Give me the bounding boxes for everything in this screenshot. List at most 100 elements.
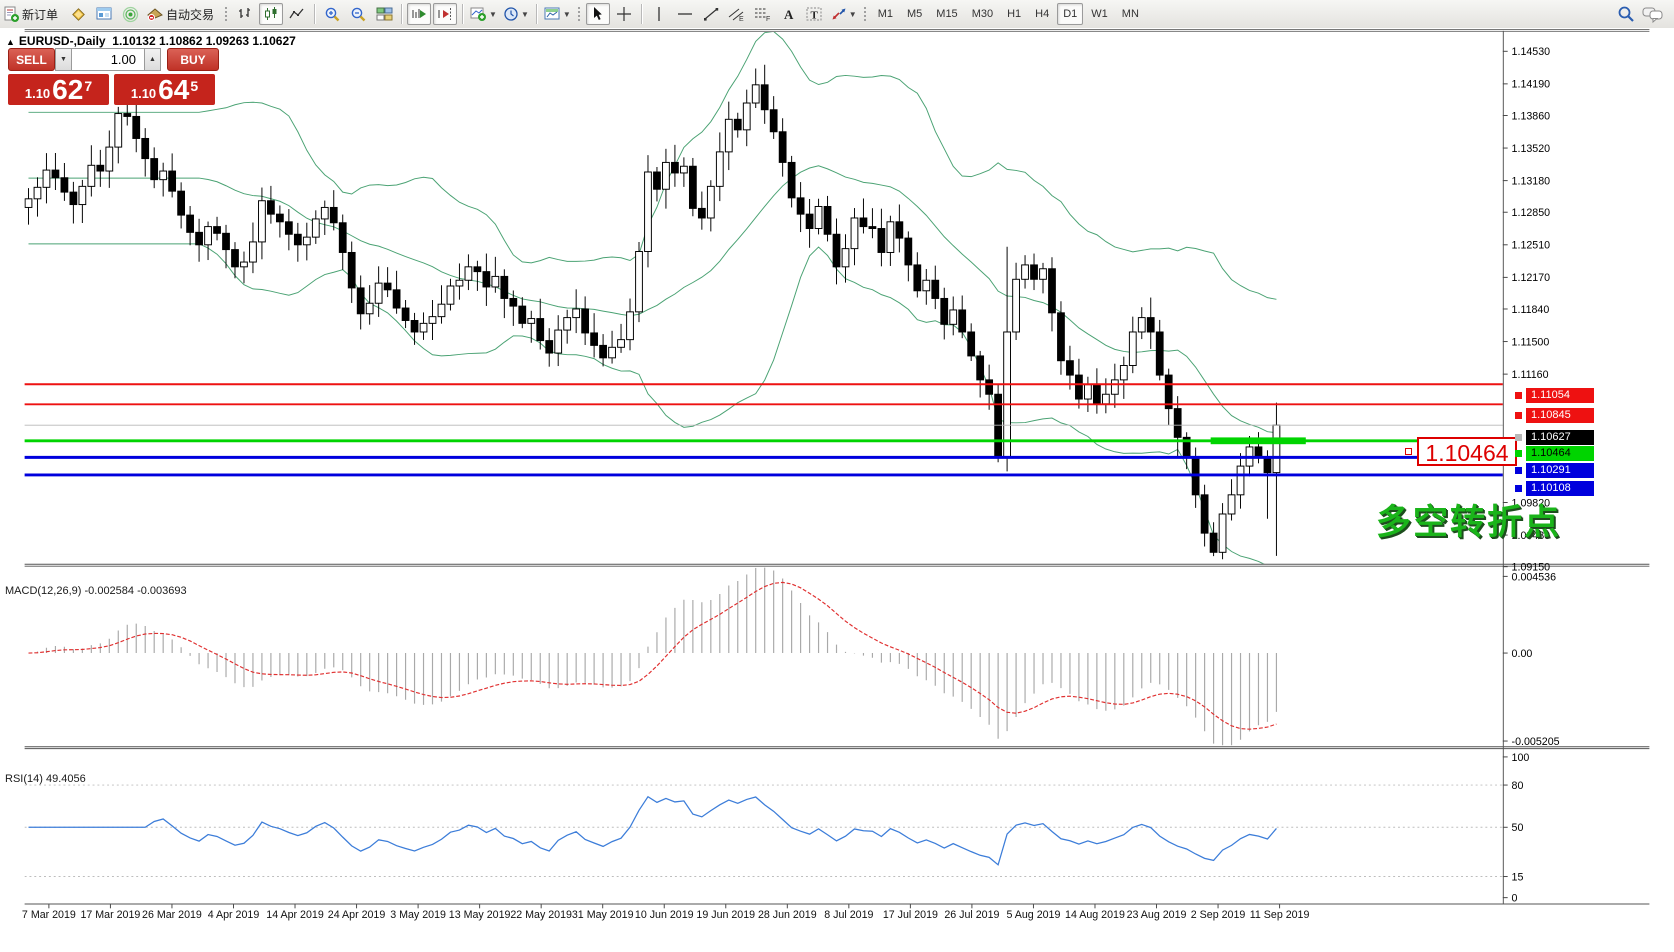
indicators-button[interactable]: ▼	[468, 3, 499, 25]
buy-button[interactable]: BUY	[167, 48, 219, 71]
candle	[348, 242, 355, 303]
candle	[196, 219, 203, 262]
price-level-label: 1.11054	[1526, 388, 1594, 403]
zoom-in-button[interactable]	[320, 3, 344, 25]
candle	[752, 69, 759, 108]
candle	[968, 323, 975, 361]
sell-button[interactable]: SELL	[8, 48, 55, 71]
candle	[1156, 320, 1163, 380]
candle	[106, 130, 113, 187]
fibonacci-tool-button[interactable]: F	[751, 3, 775, 25]
buy-price-box[interactable]: 1.10 64 5	[114, 74, 215, 105]
tile-windows-button[interactable]	[372, 3, 396, 25]
search-button[interactable]	[1614, 3, 1638, 25]
candle	[546, 328, 553, 367]
candle	[905, 231, 912, 281]
candle	[842, 234, 849, 282]
bar-chart-button[interactable]	[233, 3, 257, 25]
candle	[1138, 307, 1145, 339]
candle	[1040, 263, 1047, 294]
date-label: 14 Apr 2019	[266, 909, 324, 921]
candle	[438, 285, 445, 323]
timeframe-m15[interactable]: M15	[930, 3, 963, 25]
candle	[761, 65, 768, 124]
buy-price-small: 1.10	[131, 86, 156, 101]
sell-price-box[interactable]: 1.10 62 7	[8, 74, 109, 105]
timeframe-d1[interactable]: D1	[1057, 3, 1083, 25]
candle	[124, 104, 131, 125]
channel-tool-button[interactable]: E	[725, 3, 749, 25]
rsi-value: 49.4056	[46, 773, 86, 785]
macd-tick-label: 0.00	[1512, 648, 1533, 660]
timeframe-w1[interactable]: W1	[1085, 3, 1114, 25]
candle	[654, 167, 661, 201]
timeframe-m5[interactable]: M5	[901, 3, 928, 25]
buy-price-sup: 5	[190, 78, 198, 94]
new-order-button[interactable]: 新订单	[1, 3, 64, 25]
zoom-in-icon	[324, 6, 341, 23]
market-watch-button[interactable]	[92, 3, 116, 25]
date-label: 23 Aug 2019	[1127, 909, 1187, 921]
timeframe-m1[interactable]: M1	[872, 3, 899, 25]
history-center-button[interactable]	[66, 3, 90, 25]
volume-increase-button[interactable]: ▲	[144, 48, 161, 71]
chat-button[interactable]	[1640, 3, 1666, 25]
candle	[61, 163, 68, 201]
date-label: 7 Mar 2019	[22, 909, 76, 921]
periods-button[interactable]: ▼	[501, 3, 531, 25]
chart-shift-button[interactable]	[433, 3, 457, 25]
volume-input[interactable]: 1.00	[72, 48, 144, 71]
macd-layer	[29, 567, 1277, 747]
equidistant-channel-icon: E	[728, 6, 745, 22]
bar-chart-icon	[237, 6, 253, 22]
candlestick-chart-icon	[263, 6, 279, 22]
price-callout-box[interactable]: 1.10464	[1417, 437, 1517, 466]
timeframe-h1[interactable]: H1	[1001, 3, 1027, 25]
auto-scroll-button[interactable]	[407, 3, 431, 25]
zoom-out-button[interactable]	[346, 3, 370, 25]
arrows-tool-button[interactable]: ▼	[829, 3, 859, 25]
toolbar-grip[interactable]	[223, 5, 228, 23]
signals-button[interactable]	[118, 3, 142, 25]
candle	[582, 296, 589, 345]
date-label: 17 Mar 2019	[80, 909, 140, 921]
toolbar-grip[interactable]	[862, 5, 867, 23]
volume-decrease-button[interactable]: ▼	[55, 48, 72, 71]
price-level-thick-segment[interactable]	[1211, 437, 1306, 444]
crosshair-tool-button[interactable]	[612, 3, 636, 25]
timeframe-m30[interactable]: M30	[966, 3, 999, 25]
candle	[815, 199, 822, 235]
trendline-icon	[703, 6, 719, 22]
candle	[1067, 346, 1074, 390]
horizontal-line-tool-button[interactable]	[673, 3, 697, 25]
chart-area[interactable]: 1.145301.141901.138601.135201.131801.128…	[0, 28, 1674, 952]
collapse-arrow-icon[interactable]: ▲	[6, 37, 15, 47]
autotrading-label: 自动交易	[166, 6, 214, 23]
ohlc-values: 1.10132 1.10862 1.09263 1.10627	[112, 34, 296, 48]
text-tool-button[interactable]: A	[777, 3, 801, 25]
vertical-line-tool-button[interactable]	[647, 3, 671, 25]
rsi-tick-label: 0	[1512, 893, 1518, 905]
candle	[1120, 357, 1127, 399]
candlestick-chart-button[interactable]	[259, 3, 283, 25]
macd-tick-label: 0.004536	[1512, 571, 1557, 583]
trendline-tool-button[interactable]	[699, 3, 723, 25]
cursor-tool-button[interactable]	[586, 3, 610, 25]
timeframe-h4[interactable]: H4	[1029, 3, 1055, 25]
callout-anchor-handle[interactable]	[1405, 448, 1412, 455]
candle	[914, 252, 921, 297]
rsi-tick-label: 100	[1512, 752, 1530, 764]
candle	[986, 365, 993, 410]
templates-button[interactable]: ▼	[542, 3, 573, 25]
line-chart-button[interactable]	[285, 3, 309, 25]
candle	[591, 313, 598, 357]
chart-canvas[interactable]: 1.145301.141901.138601.135201.131801.128…	[0, 28, 1674, 952]
timeframe-mn[interactable]: MN	[1116, 3, 1145, 25]
sell-price-big: 62	[52, 77, 83, 103]
cn-annotation-text[interactable]: 多空转折点	[1376, 494, 1561, 545]
candle	[788, 156, 795, 208]
label-tool-button[interactable]: T	[803, 3, 827, 25]
candle	[34, 177, 41, 216]
autotrading-button[interactable]: 自动交易	[144, 3, 220, 25]
toolbar-grip[interactable]	[576, 5, 581, 23]
